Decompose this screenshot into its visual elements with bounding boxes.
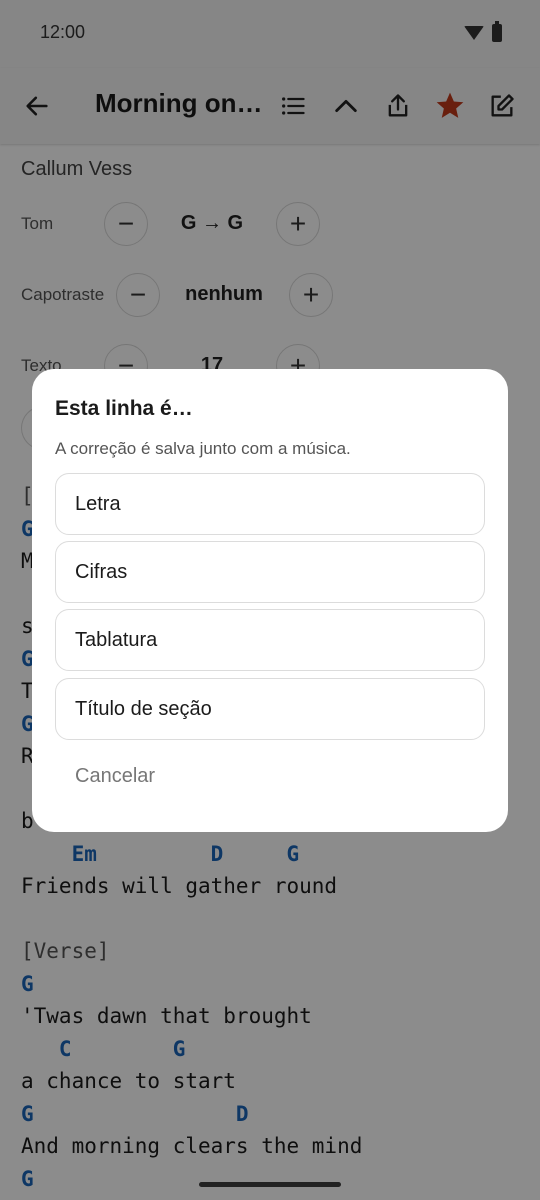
cancel-button[interactable]: Cancelar [75, 765, 155, 788]
dialog-title: Esta linha é… [55, 397, 193, 420]
option-chords-button[interactable]: Cifras [55, 541, 485, 603]
dialog-subtitle: A correção é salva junto com a música. [55, 439, 351, 458]
home-indicator[interactable] [199, 1182, 341, 1187]
line-type-dialog: Esta linha é… A correção é salva junto c… [32, 369, 508, 832]
option-lyrics-button[interactable]: Letra [55, 473, 485, 535]
option-tablature-button[interactable]: Tablatura [55, 609, 485, 671]
option-section-title-button[interactable]: Título de seção [55, 678, 485, 740]
